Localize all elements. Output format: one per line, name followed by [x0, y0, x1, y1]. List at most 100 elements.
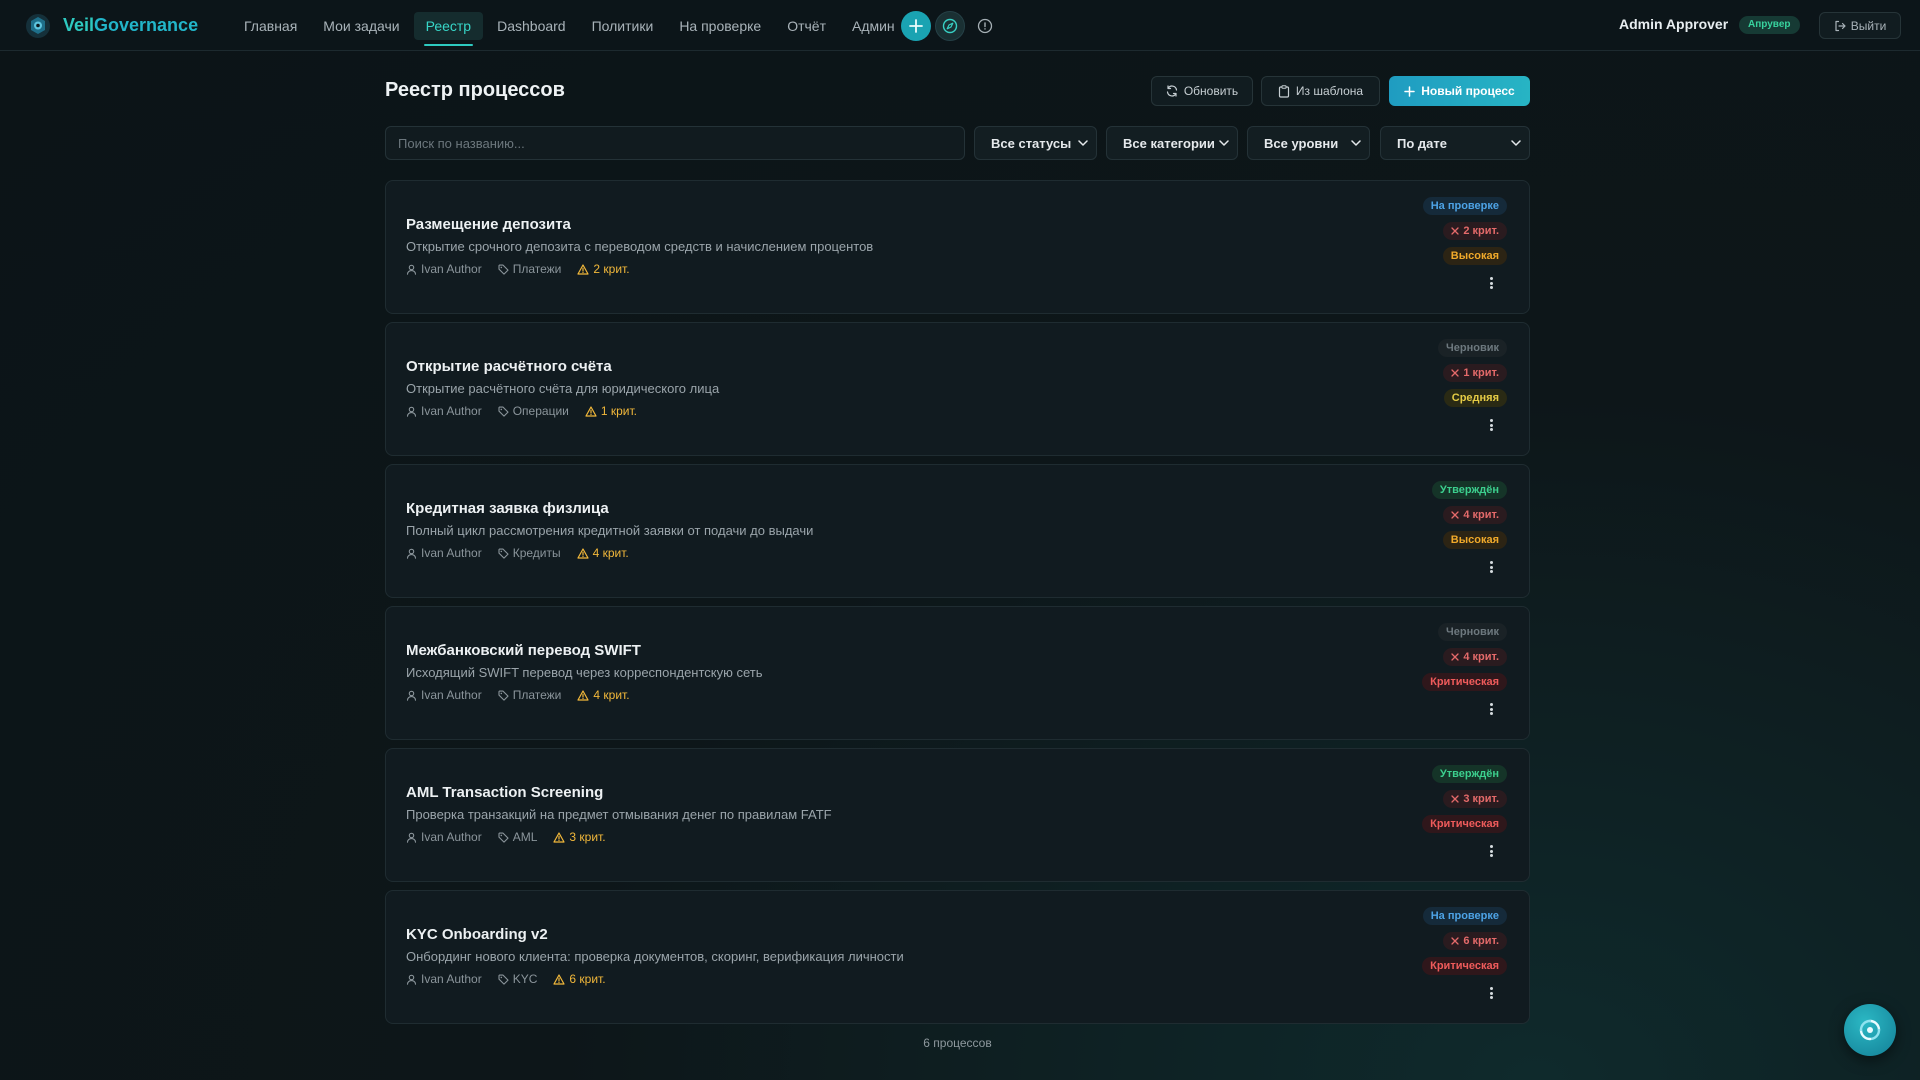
- process-title[interactable]: Открытие расчётного счёта: [406, 358, 612, 375]
- user-icon: [406, 832, 417, 843]
- assistant-button[interactable]: [1844, 1004, 1896, 1056]
- process-description: Онбординг нового клиента: проверка докум…: [406, 949, 904, 964]
- from-template-button[interactable]: Из шаблона: [1261, 76, 1380, 106]
- x-icon: [1451, 937, 1460, 945]
- more-options-icon[interactable]: [1487, 985, 1495, 1001]
- tag-icon: [498, 264, 509, 275]
- process-meta: Ivan Author Платежи 4 крит.: [406, 688, 646, 702]
- logout-button[interactable]: Выйти: [1819, 12, 1901, 39]
- critical-badge: 3 крит.: [1443, 790, 1507, 808]
- level-badge: Высокая: [1442, 531, 1507, 549]
- sort-value: По дате: [1397, 135, 1447, 151]
- process-category: Платежи: [498, 262, 561, 276]
- plus-icon: [1404, 85, 1415, 97]
- status-badge: Утверждён: [1431, 765, 1507, 783]
- process-title[interactable]: Межбанковский перевод SWIFT: [406, 642, 641, 659]
- refresh-icon: [1166, 85, 1177, 97]
- x-icon: [1451, 369, 1460, 377]
- tag-icon: [498, 974, 509, 985]
- more-options-icon[interactable]: [1487, 275, 1495, 291]
- top-navbar: VeilGovernance Главная Мои задачи Реестр…: [0, 0, 1920, 51]
- user-icon: [406, 264, 417, 275]
- template-label: Из шаблона: [1295, 84, 1364, 98]
- status-badge: На проверке: [1422, 197, 1507, 215]
- category-filter-select[interactable]: Все категории: [1106, 126, 1238, 160]
- warning-icon: [553, 973, 566, 985]
- warning-icon: [577, 547, 589, 559]
- more-options-icon[interactable]: [1487, 559, 1495, 575]
- critical-badge: 4 крит.: [1443, 506, 1507, 524]
- level-badge: Критическая: [1422, 957, 1507, 975]
- nav-item-review[interactable]: На проверке: [667, 12, 773, 40]
- sort-select[interactable]: По дате: [1380, 126, 1530, 160]
- process-author: Ivan Author: [406, 404, 482, 418]
- process-title[interactable]: KYC Onboarding v2: [406, 926, 548, 943]
- process-critical-count: 1 крит.: [585, 404, 637, 418]
- process-badges: Утверждён 4 крит. Высокая: [1431, 481, 1507, 549]
- author-name: Ivan Author: [421, 830, 482, 844]
- more-options-icon[interactable]: [1487, 417, 1495, 433]
- main-nav: Главная Мои задачи Реестр Dashboard Поли…: [232, 12, 909, 46]
- status-badge: Черновик: [1438, 623, 1507, 641]
- refresh-label: Обновить: [1183, 84, 1239, 98]
- compass-icon: [942, 18, 958, 34]
- process-author: Ivan Author: [406, 546, 482, 560]
- chevron-down-icon: [1078, 140, 1088, 146]
- level-filter-select[interactable]: Все уровни: [1247, 126, 1370, 160]
- status-badge: Черновик: [1438, 339, 1507, 357]
- more-options-icon[interactable]: [1487, 701, 1495, 717]
- nav-item-report[interactable]: Отчёт: [775, 12, 838, 40]
- critical-badge: 1 крит.: [1443, 364, 1507, 382]
- level-badge: Критическая: [1422, 673, 1507, 691]
- tag-icon: [498, 406, 509, 417]
- category-name: AML: [512, 830, 538, 844]
- more-options-icon[interactable]: [1487, 843, 1495, 859]
- user-icon: [406, 406, 417, 417]
- tag-icon: [498, 832, 509, 843]
- nav-item-policies[interactable]: Политики: [580, 12, 666, 40]
- category-name: Операции: [512, 404, 569, 418]
- process-title[interactable]: AML Transaction Screening: [406, 784, 603, 801]
- critical-badge: 4 крит.: [1443, 648, 1507, 666]
- nav-item-dashboard[interactable]: Dashboard: [485, 12, 578, 40]
- category-name: Кредиты: [512, 546, 561, 560]
- process-title[interactable]: Кредитная заявка физлица: [406, 500, 609, 517]
- process-description: Исходящий SWIFT перевод через корреспонд…: [406, 665, 763, 680]
- nav-item-my-tasks[interactable]: Мои задачи: [311, 12, 411, 40]
- author-name: Ivan Author: [421, 972, 482, 986]
- process-card[interactable]: Кредитная заявка физлица Полный цикл расс…: [385, 464, 1530, 598]
- process-card[interactable]: KYC Onboarding v2 Онбординг нового клиент…: [385, 890, 1530, 1024]
- nav-item-home[interactable]: Главная: [232, 12, 309, 40]
- process-description: Открытие срочного депозита с переводом с…: [406, 239, 874, 254]
- brand-name[interactable]: VeilGovernance: [63, 15, 198, 36]
- process-card[interactable]: Размещение депозита Открытие срочного деп…: [385, 180, 1530, 314]
- critical-count-text: 4 крит.: [592, 546, 629, 560]
- refresh-button[interactable]: Обновить: [1151, 76, 1253, 106]
- process-card[interactable]: AML Transaction Screening Проверка транза…: [385, 748, 1530, 882]
- level-badge: Высокая: [1442, 247, 1507, 265]
- process-critical-count: 4 крит.: [577, 688, 630, 702]
- search-input[interactable]: [385, 126, 965, 160]
- new-process-button[interactable]: Новый процесс: [1389, 76, 1530, 106]
- status-filter-select[interactable]: Все статусы: [974, 126, 1097, 160]
- status-badge: На проверке: [1422, 907, 1507, 925]
- add-button[interactable]: [901, 11, 931, 41]
- nav-item-admin[interactable]: Админ: [840, 12, 907, 40]
- process-card[interactable]: Межбанковский перевод SWIFT Исходящий SWI…: [385, 606, 1530, 740]
- brand-part1: Veil: [63, 15, 95, 35]
- author-name: Ivan Author: [421, 546, 482, 560]
- process-description: Открытие расчётного счёта для юридическо…: [406, 381, 720, 396]
- logo-icon[interactable]: [25, 13, 51, 39]
- warning-icon: [553, 831, 566, 843]
- process-title[interactable]: Размещение депозита: [406, 216, 571, 233]
- warning-icon: [577, 263, 589, 275]
- nav-item-registry[interactable]: Реестр: [413, 12, 484, 46]
- explore-button[interactable]: [935, 11, 965, 41]
- warning-icon: [585, 405, 597, 417]
- help-button[interactable]: [974, 15, 996, 37]
- process-author: Ivan Author: [406, 262, 482, 276]
- process-card[interactable]: Открытие расчётного счёта Открытие расчёт…: [385, 322, 1530, 456]
- category-filter-value: Все категории: [1123, 135, 1215, 151]
- tag-icon: [498, 548, 509, 559]
- process-category: Платежи: [498, 688, 561, 702]
